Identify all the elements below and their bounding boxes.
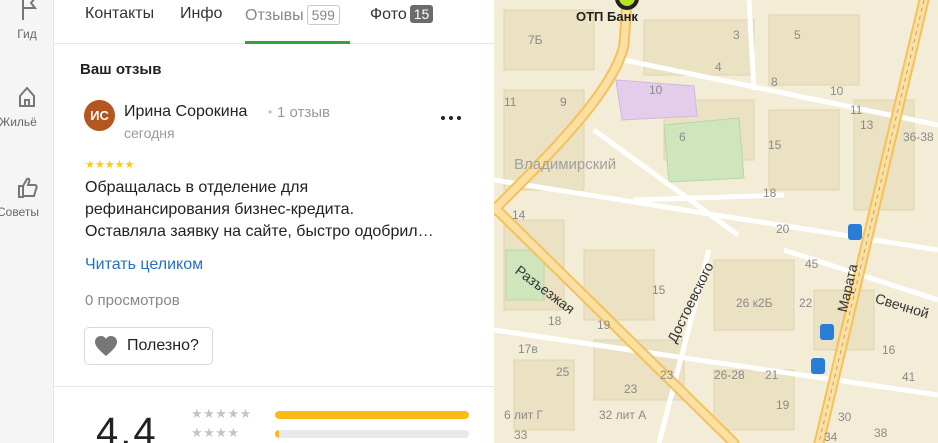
divider	[54, 386, 494, 387]
map-house-number: 23	[624, 382, 638, 396]
map-house-number: 20	[776, 222, 790, 236]
map-poi-label[interactable]: ОТП Банк	[576, 9, 638, 24]
tab-info-label: Инфо	[180, 5, 223, 22]
map-house-number: 21	[765, 368, 779, 382]
map-house-number: 38	[874, 426, 888, 440]
rail-item-tips[interactable]: Советы	[0, 172, 54, 219]
review-date: сегодня	[124, 125, 175, 141]
left-rail: Гид Жильё Советы	[0, 0, 54, 443]
map-house-number: 9	[560, 95, 567, 109]
rating-bar-fill	[275, 411, 469, 419]
tab-photos-label: Фото	[370, 6, 407, 23]
map-house-number: 17в	[518, 342, 538, 356]
tab-reviews[interactable]: Отзывы 599	[245, 5, 340, 25]
review-rating-stars: ★★★★★	[85, 159, 135, 171]
review-text-line: Оставляла заявку на сайте, быстро одобри…	[85, 223, 434, 240]
tab-bar: Контакты Инфо Отзывы 599 Фото 15	[54, 0, 494, 44]
rating-row-stars: ★★★★★	[191, 406, 252, 421]
rail-item-housing-label: Жильё	[0, 115, 37, 129]
map-house-number: 19	[597, 318, 611, 332]
map-house-number: 7Б	[528, 33, 543, 47]
map-house-number: 25	[556, 365, 570, 379]
map-house-number: 11	[850, 103, 863, 117]
map-house-number: 26 к2Б	[736, 296, 773, 310]
map-house-number: 32 лит А	[599, 408, 647, 422]
tab-reviews-label: Отзывы	[245, 7, 304, 24]
section-title: Ваш отзыв	[80, 61, 162, 78]
rating-row-stars: ★★★★	[191, 425, 240, 440]
more-dots-icon	[441, 116, 461, 120]
map-house-number: 10	[649, 83, 663, 97]
more-options-button[interactable]	[438, 104, 464, 126]
rail-item-guide-label: Гид	[17, 27, 37, 41]
map-house-number: 45	[805, 257, 819, 271]
views-count: 0 просмотров	[85, 292, 180, 309]
map-house-number: 3	[733, 28, 740, 42]
overall-rating: 4.4	[96, 410, 158, 443]
read-more-link[interactable]: Читать целиком	[85, 256, 203, 274]
rating-bar-track	[275, 430, 469, 438]
rail-item-housing[interactable]: Жильё	[0, 82, 54, 129]
guide-icon	[22, 0, 38, 20]
map-house-number: 6	[679, 130, 686, 144]
rail-item-tips-label: Советы	[0, 205, 39, 219]
map-house-number: 26-28	[714, 368, 745, 382]
map-house-number: 36-38	[903, 130, 934, 144]
review-text-line: Обращалась в отделение для	[85, 179, 309, 196]
tips-icon	[18, 177, 38, 198]
rail-item-guide[interactable]: Гид	[0, 0, 54, 41]
separator-dot: •	[268, 105, 273, 119]
avatar[interactable]: ИС	[84, 100, 115, 131]
map-house-number: 6 лит Г	[504, 408, 544, 422]
active-tab-indicator	[245, 41, 350, 44]
tab-info[interactable]: Инфо	[180, 5, 222, 23]
map-house-number: 15	[768, 138, 782, 152]
tab-contacts-label: Контакты	[85, 5, 155, 22]
map-house-number: 34	[824, 430, 838, 443]
map-house-number: 30	[838, 410, 852, 424]
author-name[interactable]: Ирина Сорокина	[124, 103, 247, 121]
tab-photos-count: 15	[409, 5, 434, 23]
map-house-number: 23	[660, 368, 674, 382]
app-root: Гид Жильё Советы Контакты Инфо Отзывы 599…	[0, 0, 938, 443]
tab-contacts[interactable]: Контакты	[85, 5, 154, 23]
place-panel: Контакты Инфо Отзывы 599 Фото 15 Ваш отзыв…	[54, 0, 494, 443]
map-house-number: 18	[548, 314, 562, 328]
review-text-line: рефинансирования бизнес-кредита.	[85, 201, 355, 218]
rating-bar-fill	[275, 430, 279, 438]
tab-photos[interactable]: Фото 15	[370, 5, 434, 24]
map-house-number: 22	[799, 296, 813, 310]
map-house-number: 14	[512, 208, 526, 222]
housing-icon	[19, 86, 35, 107]
review-text: Обращалась в отделение для рефинансирова…	[85, 177, 475, 243]
map-house-number: 33	[514, 428, 528, 442]
useful-button-label: Полезно?	[127, 337, 199, 354]
map-area-label: Владимирский	[514, 156, 617, 173]
map-house-number: 5	[794, 28, 801, 42]
map-house-number: 13	[860, 118, 874, 132]
map-house-number: 18	[763, 186, 777, 200]
map-house-number: 19	[776, 398, 790, 412]
heart-icon	[95, 336, 117, 356]
map-house-number: 4	[715, 60, 722, 74]
tab-reviews-count: 599	[306, 5, 340, 25]
map-house-number: 16	[882, 343, 896, 357]
map-view[interactable]: ОТП Банк Владимирский Разъезжая Достоевс…	[494, 0, 938, 443]
rating-bar-track	[275, 411, 469, 419]
map-house-number: 41	[902, 370, 916, 384]
map-house-number: 10	[830, 84, 844, 98]
useful-button[interactable]: Полезно?	[84, 327, 213, 365]
author-review-count: 1 отзыв	[277, 104, 331, 121]
map-house-number: 15	[652, 283, 666, 297]
map-house-number: 11	[504, 95, 517, 109]
map-house-number: 8	[771, 75, 778, 89]
